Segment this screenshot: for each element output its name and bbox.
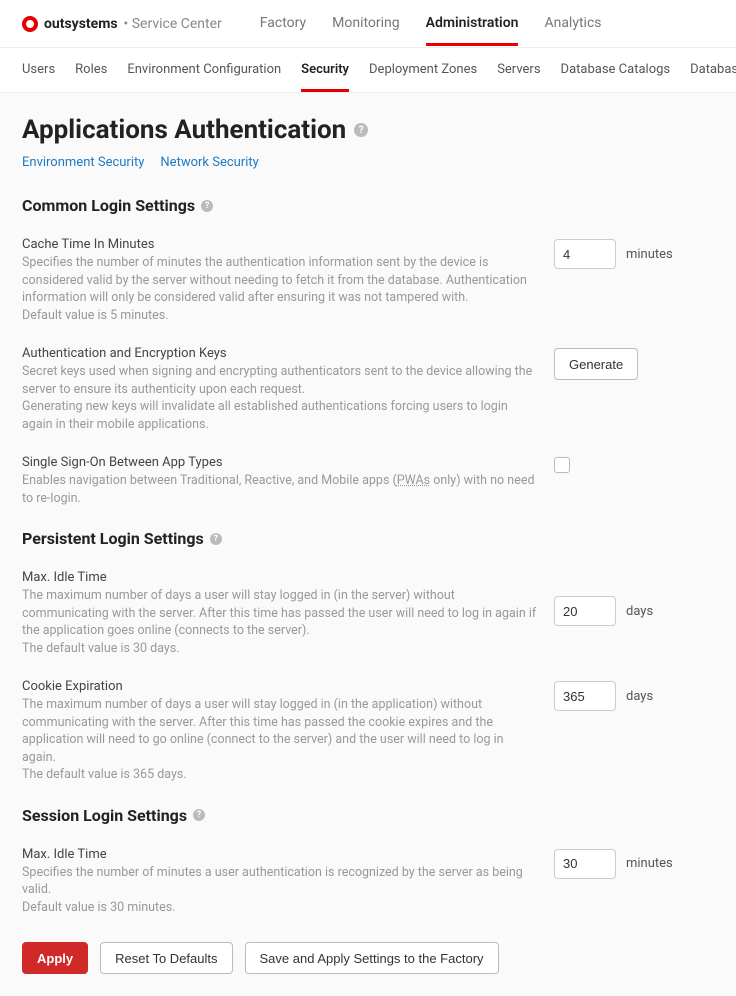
help-icon[interactable]: ? <box>210 533 222 545</box>
sub-nav: Users Roles Environment Configuration Se… <box>0 48 736 93</box>
cache-time-input[interactable] <box>554 239 616 269</box>
subnav-users[interactable]: Users <box>22 48 55 92</box>
setting-desc: Enables navigation between Traditional, … <box>22 472 538 507</box>
page-title-text: Applications Authentication <box>22 115 346 145</box>
section-session-heading-text: Session Login Settings <box>22 806 187 825</box>
link-environment-security[interactable]: Environment Security <box>22 155 144 170</box>
topnav-analytics[interactable]: Analytics <box>544 1 601 46</box>
help-icon[interactable]: ? <box>201 200 213 212</box>
setting-text: Max. Idle Time The maximum number of day… <box>22 570 538 657</box>
setting-auth-keys: Authentication and Encryption Keys Secre… <box>22 346 714 433</box>
session-idle-input[interactable] <box>554 849 616 879</box>
setting-text: Cookie Expiration The maximum number of … <box>22 679 538 784</box>
reset-button[interactable]: Reset To Defaults <box>100 942 232 974</box>
logo-icon <box>22 16 38 32</box>
sso-checkbox[interactable] <box>554 457 570 473</box>
setting-control: minutes <box>554 847 714 879</box>
link-network-security[interactable]: Network Security <box>160 155 258 170</box>
brand-logo: outsystems • Service Center <box>22 16 222 32</box>
subnav-env-config[interactable]: Environment Configuration <box>127 48 281 92</box>
setting-desc: Specifies the number of minutes the auth… <box>22 254 538 324</box>
save-factory-button[interactable]: Save and Apply Settings to the Factory <box>245 942 499 974</box>
brand-name: outsystems <box>44 16 118 32</box>
setting-label: Max. Idle Time <box>22 847 538 862</box>
apply-button[interactable]: Apply <box>22 942 88 974</box>
top-bar: outsystems • Service Center Factory Moni… <box>0 0 736 48</box>
setting-control: days <box>554 679 714 711</box>
setting-label: Single Sign-On Between App Types <box>22 455 538 470</box>
setting-cache-time: Cache Time In Minutes Specifies the numb… <box>22 237 714 324</box>
page-sublinks: Environment Security Network Security <box>22 155 714 170</box>
page-content: Applications Authentication ? Environmen… <box>0 93 736 996</box>
subnav-deployment-zones[interactable]: Deployment Zones <box>369 48 477 92</box>
unit-label: minutes <box>626 247 673 262</box>
setting-desc: The maximum number of days a user will s… <box>22 696 538 784</box>
subnav-db-connections[interactable]: Database Connections <box>690 48 736 92</box>
cookie-expiration-input[interactable] <box>554 681 616 711</box>
action-bar: Apply Reset To Defaults Save and Apply S… <box>22 942 714 974</box>
brand-sub: • Service Center <box>124 16 222 32</box>
setting-sso: Single Sign-On Between App Types Enables… <box>22 455 714 507</box>
subnav-db-catalogs[interactable]: Database Catalogs <box>561 48 671 92</box>
subnav-security[interactable]: Security <box>301 48 349 92</box>
section-persistent-heading-text: Persistent Login Settings <box>22 529 204 548</box>
setting-text: Max. Idle Time Specifies the number of m… <box>22 847 538 917</box>
section-persistent-heading: Persistent Login Settings ? <box>22 529 714 548</box>
persistent-idle-input[interactable] <box>554 596 616 626</box>
pwas-tooltip[interactable]: PWAs <box>397 473 430 488</box>
unit-label: days <box>626 604 653 619</box>
setting-label: Cache Time In Minutes <box>22 237 538 252</box>
setting-text: Authentication and Encryption Keys Secre… <box>22 346 538 433</box>
help-icon[interactable]: ? <box>354 123 368 137</box>
page-title: Applications Authentication ? <box>22 115 714 145</box>
generate-button[interactable]: Generate <box>554 348 638 380</box>
setting-cookie-expiration: Cookie Expiration The maximum number of … <box>22 679 714 784</box>
subnav-servers[interactable]: Servers <box>497 48 540 92</box>
setting-control <box>554 455 714 473</box>
unit-label: days <box>626 689 653 704</box>
setting-session-idle: Max. Idle Time Specifies the number of m… <box>22 847 714 917</box>
section-common-heading-text: Common Login Settings <box>22 196 195 215</box>
unit-label: minutes <box>626 856 673 871</box>
setting-desc: Specifies the number of minutes a user a… <box>22 864 538 917</box>
topnav-monitoring[interactable]: Monitoring <box>332 1 400 46</box>
section-common-heading: Common Login Settings ? <box>22 196 714 215</box>
topnav-factory[interactable]: Factory <box>260 1 306 46</box>
subnav-roles[interactable]: Roles <box>75 48 107 92</box>
setting-persistent-idle: Max. Idle Time The maximum number of day… <box>22 570 714 657</box>
setting-text: Single Sign-On Between App Types Enables… <box>22 455 538 507</box>
section-session-heading: Session Login Settings ? <box>22 806 714 825</box>
setting-label: Max. Idle Time <box>22 570 538 585</box>
setting-control: days <box>554 570 714 626</box>
setting-desc: Secret keys used when signing and encryp… <box>22 363 538 433</box>
topnav-administration[interactable]: Administration <box>426 1 519 46</box>
help-icon[interactable]: ? <box>193 809 205 821</box>
setting-text: Cache Time In Minutes Specifies the numb… <box>22 237 538 324</box>
setting-control: minutes <box>554 237 714 269</box>
setting-label: Authentication and Encryption Keys <box>22 346 538 361</box>
setting-label: Cookie Expiration <box>22 679 538 694</box>
setting-desc: The maximum number of days a user will s… <box>22 587 538 657</box>
top-nav: Factory Monitoring Administration Analyt… <box>260 1 602 46</box>
setting-control: Generate <box>554 346 714 380</box>
